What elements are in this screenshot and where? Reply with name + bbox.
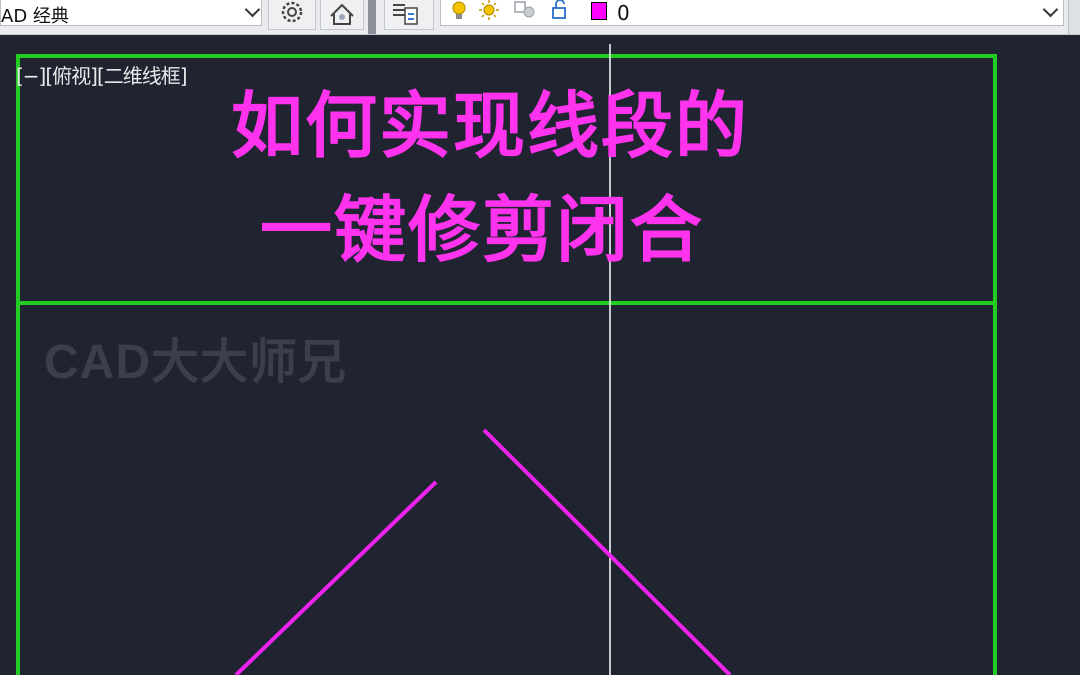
slide-title-line2: 一键修剪闭合 bbox=[259, 187, 704, 272]
line-segment-right[interactable] bbox=[482, 428, 732, 675]
slide-title-line1: 如何实现线段的 bbox=[230, 83, 749, 168]
line-segment-left[interactable] bbox=[234, 480, 438, 675]
watermark-text: CAD大大师兄 bbox=[44, 336, 347, 389]
